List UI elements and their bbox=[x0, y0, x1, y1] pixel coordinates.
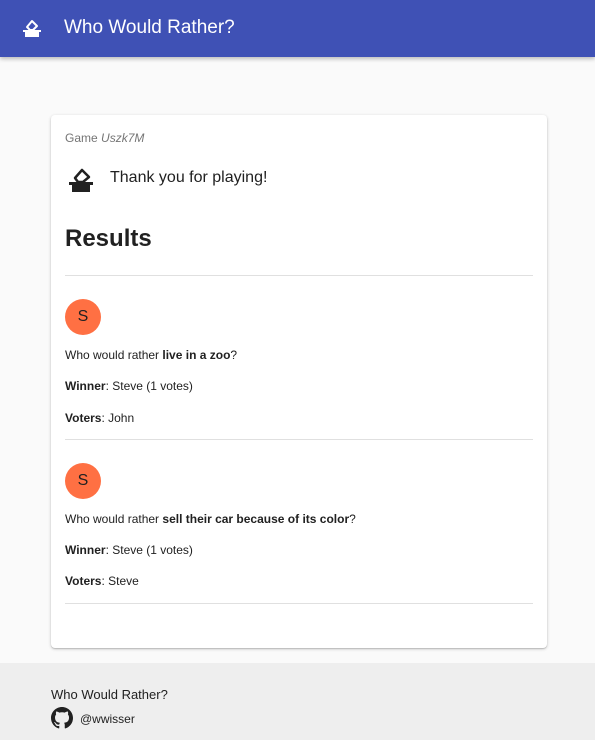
winner-label: Winner bbox=[65, 543, 106, 557]
app-title[interactable]: Who Would Rather? bbox=[64, 16, 235, 40]
results-card: Game Uszk7M Thank you for playing! Resul… bbox=[51, 115, 547, 648]
question-text: Who would rather sell their car because … bbox=[65, 512, 356, 526]
github-handle-link[interactable]: @wwisser bbox=[80, 712, 135, 726]
divider bbox=[65, 603, 533, 604]
winner-value: : Steve (1 votes) bbox=[105, 379, 193, 393]
voters-label: Voters bbox=[65, 411, 102, 425]
winner-line: Winner: Steve (1 votes) bbox=[65, 543, 193, 557]
game-code-line: Game Uszk7M bbox=[65, 131, 144, 145]
voters-line: Voters: Steve bbox=[65, 574, 139, 588]
github-icon[interactable] bbox=[51, 707, 73, 729]
voters-line: Voters: John bbox=[65, 411, 134, 425]
divider bbox=[65, 439, 533, 440]
ballot-box-icon bbox=[69, 168, 93, 192]
voters-label: Voters bbox=[65, 574, 102, 588]
thanks-message: Thank you for playing! bbox=[110, 169, 268, 186]
winner-line: Winner: Steve (1 votes) bbox=[65, 379, 193, 393]
ballot-box-icon bbox=[23, 20, 41, 37]
game-label: Game bbox=[65, 131, 98, 145]
app-bar: Who Would Rather? bbox=[0, 0, 595, 57]
footer-title: Who Would Rather? bbox=[51, 687, 168, 702]
divider bbox=[65, 275, 533, 276]
question-text: Who would rather live in a zoo? bbox=[65, 348, 238, 362]
avatar: S bbox=[65, 299, 101, 335]
voters-value: : Steve bbox=[101, 574, 139, 588]
avatar: S bbox=[65, 463, 101, 499]
question-action: sell their car because of its color bbox=[162, 512, 350, 526]
footer: Who Would Rather? @wwisser bbox=[0, 663, 595, 740]
question-action: live in a zoo bbox=[162, 348, 231, 362]
voters-value: : John bbox=[101, 411, 135, 425]
game-code: Uszk7M bbox=[101, 131, 145, 145]
results-heading: Results bbox=[65, 225, 152, 252]
winner-label: Winner bbox=[65, 379, 106, 393]
winner-value: : Steve (1 votes) bbox=[105, 543, 193, 557]
